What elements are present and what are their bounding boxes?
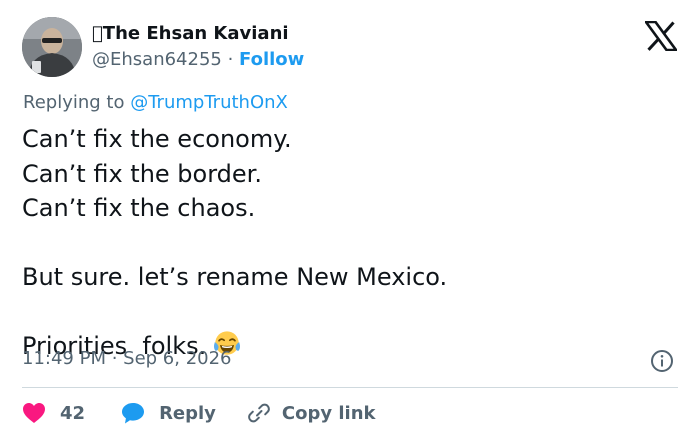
speech-bubble-icon <box>122 403 145 424</box>
tweet-text: Can’t fix the economy. Can’t fix the bord… <box>22 122 447 364</box>
reply-button[interactable]: Reply <box>121 402 216 424</box>
author-block:  The Ehsan Kaviani @Ehsan64255 · Follow <box>92 22 304 73</box>
tweet-line: But sure. let’s rename New Mexico. <box>22 263 448 291</box>
like-count: 42 <box>60 402 86 424</box>
author-handle-line: @Ehsan64255 · Follow <box>92 47 304 73</box>
link-icon <box>248 403 270 423</box>
reply-label: Reply <box>159 402 216 424</box>
tweet-timestamp[interactable]: 11:49 PM · Sep 6, 2026 <box>22 348 232 369</box>
reply-mention-link[interactable]: @TrumpTruthOnX <box>130 92 288 113</box>
divider <box>22 387 678 388</box>
handle-separator: · <box>221 49 240 70</box>
tweet-line-empty <box>22 226 447 261</box>
tweet-line-empty <box>22 295 447 330</box>
reply-context: Replying to @TrumpTruthOnX <box>23 92 288 113</box>
action-bar: 42 Reply Copy link <box>22 398 376 428</box>
author-display-name[interactable]:  The Ehsan Kaviani <box>92 22 304 46</box>
avatar[interactable] <box>22 17 82 77</box>
reply-context-prefix: Replying to <box>23 92 131 113</box>
avatar-photo <box>22 17 82 77</box>
follow-button[interactable]: Follow <box>239 49 304 70</box>
tweet-line: Can’t fix the chaos. <box>22 194 256 222</box>
tweet-line: Can’t fix the economy. <box>22 125 292 153</box>
info-icon[interactable] <box>650 349 674 373</box>
copy-link-label: Copy link <box>281 402 376 424</box>
copy-link-button[interactable]: Copy link <box>246 401 376 425</box>
heart-icon <box>23 403 45 423</box>
author-handle[interactable]: @Ehsan64255 <box>92 49 222 70</box>
tweet-line: Can’t fix the border. <box>22 159 262 188</box>
like-button[interactable]: 42 <box>22 402 85 424</box>
x-logo-icon[interactable] <box>645 21 677 51</box>
